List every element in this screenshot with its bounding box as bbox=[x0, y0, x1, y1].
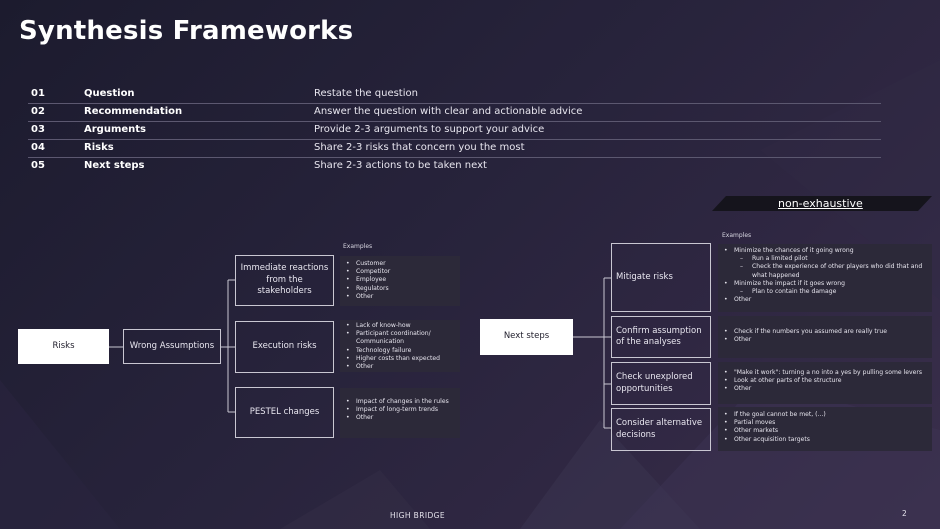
branch-mitigate-risks: Mitigate risks bbox=[611, 243, 711, 312]
row-label: Question bbox=[84, 88, 135, 99]
row-description: Answer the question with clear and actio… bbox=[314, 106, 583, 117]
row-number: 05 bbox=[31, 160, 45, 171]
examples-panel-opportunities: "Make it work": turning a no into a yes … bbox=[718, 362, 932, 404]
row-description: Provide 2-3 arguments to support your ad… bbox=[314, 124, 545, 135]
risks-root-node: Risks bbox=[18, 329, 109, 364]
example-item: Partial moves bbox=[724, 419, 926, 427]
row-label: Arguments bbox=[84, 124, 147, 135]
framework-row: 05 Next steps Share 2-3 actions to be ta… bbox=[28, 158, 881, 175]
example-item: Look at other parts of the structure bbox=[724, 377, 926, 385]
branch-pestel-changes: PESTEL changes bbox=[235, 387, 334, 438]
row-number: 01 bbox=[31, 88, 45, 99]
example-subitem: Run a limited pilot bbox=[724, 255, 926, 263]
examples-panel-pestel: Impact of changes in the rules Impact of… bbox=[340, 388, 460, 438]
row-number: 02 bbox=[31, 106, 45, 117]
examples-panel-confirm: Check if the numbers you assumed are rea… bbox=[718, 316, 932, 358]
examples-heading: Examples bbox=[343, 243, 373, 250]
example-item: "Make it work": turning a no into a yes … bbox=[724, 369, 926, 377]
examples-panel-stakeholders: Customer Competitor Employee Regulators … bbox=[340, 256, 460, 306]
example-item: Other bbox=[724, 385, 926, 393]
example-item: Other bbox=[724, 296, 926, 304]
row-label: Risks bbox=[84, 142, 114, 153]
example-subitem: Check the experience of other players wh… bbox=[724, 263, 926, 279]
framework-row: 03 Arguments Provide 2-3 arguments to su… bbox=[28, 122, 881, 140]
example-item: Higher costs than expected bbox=[346, 355, 454, 363]
example-item: Check if the numbers you assumed are rea… bbox=[724, 328, 926, 336]
row-description: Restate the question bbox=[314, 88, 418, 99]
example-item: Other markets bbox=[724, 427, 926, 435]
non-exhaustive-label: non-exhaustive bbox=[778, 197, 863, 210]
example-item: Participant coordination/ Communication bbox=[346, 330, 454, 346]
example-item: Competitor bbox=[346, 268, 454, 276]
next-steps-root-node: Next steps bbox=[480, 319, 573, 355]
framework-row: 01 Question Restate the question bbox=[28, 86, 881, 104]
example-item: Impact of changes in the rules bbox=[346, 398, 454, 406]
branch-execution-risks: Execution risks bbox=[235, 321, 334, 373]
row-description: Share 2-3 actions to be taken next bbox=[314, 160, 487, 171]
example-item: Impact of long-term trends bbox=[346, 406, 454, 414]
examples-heading: Examples bbox=[722, 232, 752, 239]
example-item: Minimize the impact if it goes wrong bbox=[724, 280, 926, 288]
example-item: Other acquisition targets bbox=[724, 436, 926, 444]
example-item: Technology failure bbox=[346, 347, 454, 355]
page-number: 2 bbox=[902, 509, 907, 518]
example-item: Other bbox=[346, 293, 454, 301]
example-item: If the goal cannot be met, (...) bbox=[724, 411, 926, 419]
framework-row: 02 Recommendation Answer the question wi… bbox=[28, 104, 881, 122]
example-item: Other bbox=[346, 414, 454, 422]
row-label: Next steps bbox=[84, 160, 145, 171]
example-item: Other bbox=[724, 336, 926, 344]
example-item: Employee bbox=[346, 276, 454, 284]
page-title: Synthesis Frameworks bbox=[19, 16, 354, 46]
example-item: Minimize the chances of it going wrong bbox=[724, 247, 926, 255]
example-item: Regulators bbox=[346, 285, 454, 293]
wrong-assumptions-node: Wrong Assumptions bbox=[123, 329, 221, 364]
example-subitem: Plan to contain the damage bbox=[724, 288, 926, 296]
branch-confirm-assumption: Confirm assumption of the analyses bbox=[611, 316, 711, 358]
example-item: Customer bbox=[346, 260, 454, 268]
branch-immediate-reactions: Immediate reactions from the stakeholder… bbox=[235, 255, 334, 306]
example-item: Lack of know-how bbox=[346, 322, 454, 330]
branch-alternative-decisions: Consider alternative decisions bbox=[611, 408, 711, 451]
row-description: Share 2-3 risks that concern you the mos… bbox=[314, 142, 525, 153]
branch-unexplored-opportunities: Check unexplored opportunities bbox=[611, 362, 711, 405]
examples-panel-mitigate: Minimize the chances of it going wrong R… bbox=[718, 244, 932, 312]
row-number: 03 bbox=[31, 124, 45, 135]
footer-brand: HIGH BRIDGE bbox=[390, 511, 445, 520]
row-number: 04 bbox=[31, 142, 45, 153]
framework-row: 04 Risks Share 2-3 risks that concern yo… bbox=[28, 140, 881, 158]
examples-panel-execution: Lack of know-how Participant coordinatio… bbox=[340, 320, 460, 372]
row-label: Recommendation bbox=[84, 106, 183, 117]
example-item: Other bbox=[346, 363, 454, 371]
examples-panel-alternatives: If the goal cannot be met, (...) Partial… bbox=[718, 407, 932, 451]
